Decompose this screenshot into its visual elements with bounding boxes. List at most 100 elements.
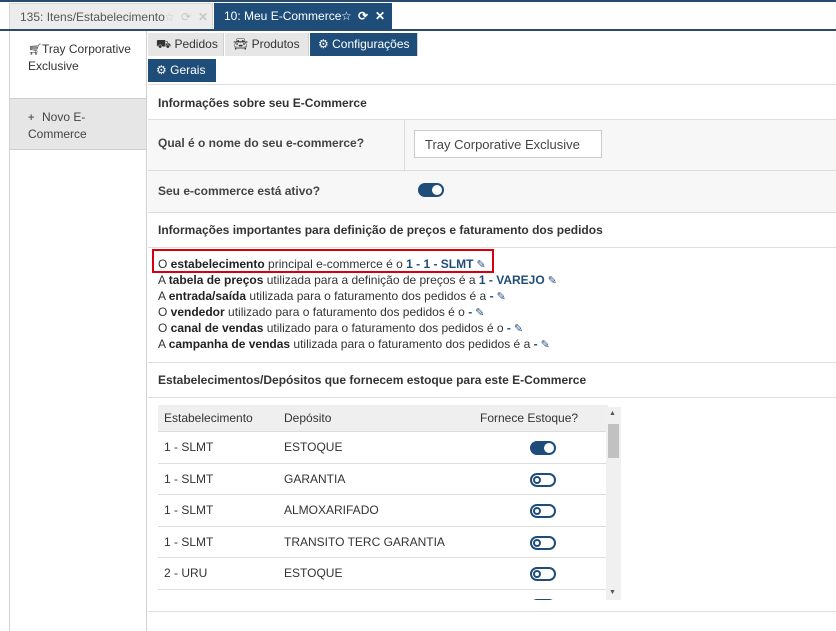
row-divider — [158, 557, 606, 558]
fornece-estoque-toggle[interactable] — [530, 567, 556, 581]
info-line: A campanha de vendas utilizada para o fa… — [158, 337, 550, 351]
info-text: utilizado para o faturamento dos pedidos… — [263, 321, 507, 335]
info-term: tabela de preços — [168, 273, 264, 287]
fornece-estoque-toggle[interactable] — [530, 598, 556, 600]
column-header: Estabelecimento — [164, 405, 253, 431]
plus-icon: + — [28, 112, 35, 124]
tab-meu-ecommerce[interactable]: 10: Meu E-Commerce ☆ ⟳ ✕ — [214, 3, 392, 29]
tab-produtos[interactable]: 🚘︎ Produtos — [225, 33, 309, 56]
info-text: utilizada para a definição de preços é a — [263, 273, 479, 287]
cell-estabelecimento: 2 - URU — [164, 566, 208, 580]
info-term: campanha de vendas — [168, 337, 291, 351]
tab-pedidos[interactable]: ⛟ Pedidos — [148, 33, 224, 56]
table-scrollbar[interactable]: ▲ ▼ — [606, 407, 621, 600]
tab-configuracoes[interactable]: ⚙ Configurações — [310, 33, 418, 56]
info-term: vendedor — [170, 305, 225, 319]
close-icon[interactable]: ✕ — [198, 4, 208, 30]
ecommerce-name-input[interactable] — [414, 130, 602, 158]
edit-icon[interactable]: ✎ — [514, 322, 523, 335]
row-divider — [158, 431, 606, 432]
info-value: - — [533, 337, 538, 351]
sidebar-item-novo[interactable]: + Novo E-Commerce — [10, 99, 146, 150]
tab-label: 135: Itens/Estabelecimento — [20, 10, 165, 24]
row-divider — [158, 588, 606, 590]
info-value: - — [468, 305, 473, 319]
tab-label: Pedidos — [174, 37, 218, 51]
info-text: utilizado para o faturamento dos pedidos… — [224, 305, 469, 319]
section-title: Informações importantes para definição d… — [158, 223, 603, 237]
divider — [148, 212, 836, 213]
cell-estabelecimento: 2 - URU — [164, 598, 207, 601]
section-title: Informações sobre seu E-Commerce — [158, 96, 367, 110]
cell-deposito: GARANTIA — [284, 471, 346, 486]
fornece-estoque-toggle[interactable] — [530, 535, 556, 550]
cell-estabelecimento: 1 - SLMT — [164, 503, 214, 517]
sidebar: 🛒︎Tray Corporative Exclusive + Novo E-Com… — [9, 31, 147, 631]
cell-estabelecimento: 1 - SLMT — [164, 471, 214, 486]
scroll-up-icon[interactable]: ▲ — [609, 410, 616, 417]
info-text: utilizada para o faturamento dos pedidos… — [246, 289, 490, 303]
tab-itens-estabelecimento[interactable]: 135: Itens/Estabelecimento ☆ ⟳ ✕ — [9, 3, 213, 29]
cell-deposito: ESTOQUE — [284, 566, 343, 580]
info-text: O — [158, 321, 171, 335]
cell-deposito: TRANSITO TERC GARANTIA — [284, 534, 445, 549]
edit-icon[interactable]: ✎ — [475, 306, 484, 319]
cogs-icon: ⚙ — [318, 37, 329, 51]
divider — [148, 247, 836, 248]
divider — [148, 611, 836, 612]
info-text: A — [158, 337, 169, 351]
column-header: Fornece Estoque? — [480, 405, 579, 431]
active-question: Seu e-commerce está ativo? — [158, 184, 321, 198]
scroll-down-icon[interactable]: ▼ — [609, 589, 616, 596]
column-header: Depósito — [284, 405, 332, 431]
section-title: Estabelecimentos/Depósitos que fornecem … — [158, 373, 587, 387]
scroll-thumb[interactable] — [608, 424, 619, 458]
info-term: canal de vendas — [170, 321, 264, 335]
star-icon[interactable]: ☆ — [164, 4, 175, 30]
info-text: O — [158, 305, 171, 319]
cell-deposito: ESTOQUE — [284, 440, 343, 454]
tab-label: 10: Meu E-Commerce — [224, 9, 342, 23]
divider — [148, 362, 836, 363]
edit-icon[interactable]: ✎ — [541, 338, 550, 351]
highlight-box — [152, 249, 494, 273]
info-line: A tabela de preços utilizada para a defi… — [158, 273, 557, 287]
divider — [148, 397, 836, 398]
tab-gerais[interactable]: ⚙ Gerais — [148, 59, 216, 82]
cell-deposito: GARANTIA — [284, 598, 345, 601]
sidebar-item-tray[interactable]: 🛒︎Tray Corporative Exclusive — [10, 31, 146, 99]
refresh-icon[interactable]: ⟳ — [358, 3, 368, 29]
info-text: A — [158, 273, 169, 287]
fornece-estoque-toggle[interactable] — [530, 441, 556, 455]
info-text: A — [158, 289, 169, 303]
refresh-icon[interactable]: ⟳ — [181, 4, 191, 30]
fornece-estoque-toggle[interactable] — [530, 504, 556, 518]
truck-icon: ⛟ — [156, 37, 172, 51]
star-icon[interactable]: ☆ — [341, 3, 352, 29]
info-term: entrada/saída — [168, 289, 247, 303]
main-content: Informações sobre seu E-Commerce Qual é … — [148, 84, 836, 627]
info-value: - — [489, 289, 494, 303]
cogs-icon: ⚙ — [156, 63, 167, 77]
fornece-estoque-toggle[interactable] — [530, 472, 556, 487]
tab-label: Produtos — [251, 37, 300, 51]
edit-icon[interactable]: ✎ — [548, 274, 557, 287]
tab-label: Gerais — [170, 63, 206, 77]
row-divider — [158, 494, 606, 495]
row-divider — [158, 462, 606, 464]
cell-estabelecimento: 1 - SLMT — [164, 534, 214, 549]
stock-table: Estabelecimento Depósito Fornece Estoque… — [158, 405, 620, 600]
edit-icon[interactable]: ✎ — [497, 290, 506, 303]
close-icon[interactable]: ✕ — [375, 3, 385, 29]
info-value: 1 - VAREJO — [478, 273, 545, 287]
name-question: Qual é o nome do seu e-commerce? — [158, 136, 365, 150]
tab-label: Configurações — [332, 37, 410, 51]
info-text: utilizada para o faturamento dos pedidos… — [290, 337, 534, 351]
row-divider — [158, 525, 606, 527]
sidebar-item-label: Tray Corporative Exclusive — [28, 42, 131, 73]
info-line: O vendedor utilizado para o faturamento … — [158, 305, 484, 319]
info-line: A entrada/saída utilizada para o faturam… — [158, 289, 506, 303]
cell-deposito: ALMOXARIFADO — [284, 503, 379, 517]
cell-estabelecimento: 1 - SLMT — [164, 440, 214, 454]
active-toggle[interactable] — [418, 183, 444, 197]
